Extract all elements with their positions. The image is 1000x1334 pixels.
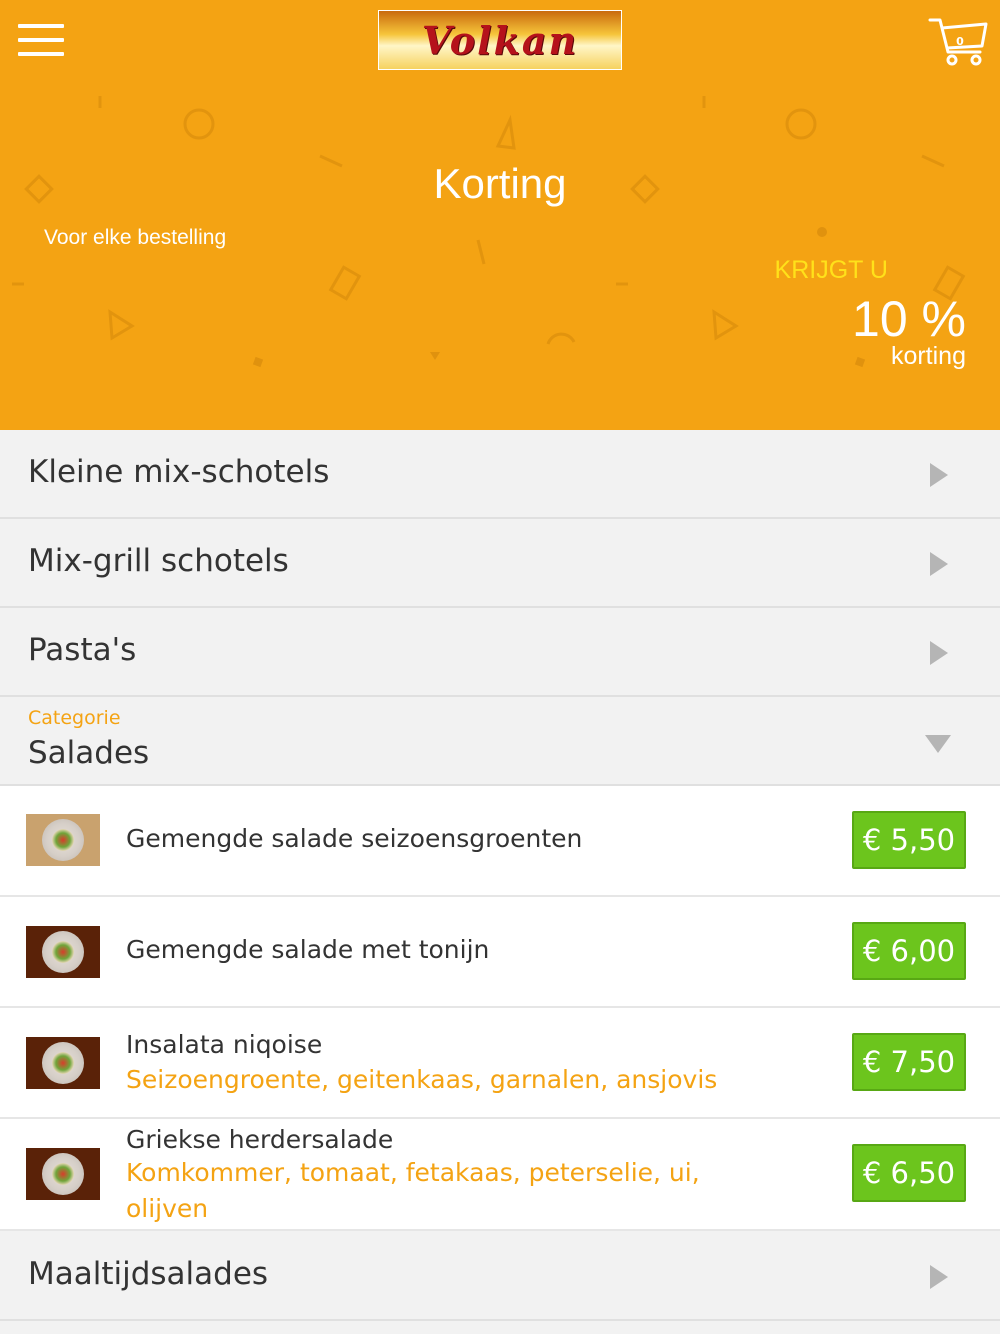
cart-count-badge: 0: [956, 35, 964, 48]
category-label: Maaltijdsalades: [28, 1256, 269, 1292]
category-salades[interactable]: Categorie Salades: [0, 697, 1000, 786]
category-label: Mix-grill schotels: [28, 543, 289, 579]
hamburger-menu-icon[interactable]: [18, 22, 64, 58]
category-label: Salades: [28, 735, 150, 771]
dish-thumbnail: [26, 1148, 100, 1200]
triangle-down-icon: [925, 735, 951, 753]
price-button[interactable]: € 7,50: [852, 1033, 966, 1091]
category-pastas[interactable]: Pasta's: [0, 608, 1000, 697]
app-header: Volkan 0: [0, 0, 1000, 80]
banner-pattern: [12, 96, 966, 368]
dish-thumbnail: [26, 1037, 100, 1089]
item-name: Insalata niqoise: [126, 1030, 323, 1059]
discount-banner: Korting Voor elke bestelling KRIJGT U 10…: [0, 80, 1000, 430]
price-button[interactable]: € 6,00: [852, 922, 966, 980]
category-label: Pasta's: [28, 632, 137, 668]
category-label: Kleine mix-schotels: [28, 454, 330, 490]
discount-percent: 10 %: [852, 291, 966, 347]
item-description: Seizoengroente, geitenkaas, garnalen, an…: [126, 1065, 718, 1094]
menu-item[interactable]: Gemengde salade met tonijn € 6,00: [0, 897, 1000, 1008]
category-maaltijdsalades[interactable]: Maaltijdsalades: [0, 1232, 1000, 1321]
triangle-right-icon: [930, 552, 948, 576]
category-kleine-mix-schotels[interactable]: Kleine mix-schotels: [0, 430, 1000, 519]
triangle-right-icon: [930, 641, 948, 665]
price-button[interactable]: € 5,50: [852, 811, 966, 869]
item-description: Komkommer, tomaat, fetakaas, peterselie,…: [126, 1158, 700, 1223]
menu-item[interactable]: Gemengde salade seizoensgroenten € 5,50: [0, 786, 1000, 897]
triangle-right-icon: [930, 463, 948, 487]
discount-label: korting: [890, 342, 966, 370]
category-caption: Categorie: [28, 707, 121, 729]
banner-get-label: KRIJGT U: [774, 256, 888, 284]
category-mix-grill-schotels[interactable]: Mix-grill schotels: [0, 519, 1000, 608]
menu-item[interactable]: Insalata niqoise Seizoengroente, geitenk…: [0, 1008, 1000, 1119]
price-button[interactable]: € 6,50: [852, 1144, 966, 1202]
dish-thumbnail: [26, 926, 100, 978]
item-name: Gemengde salade seizoensgroenten: [126, 824, 583, 853]
banner-subtitle: Voor elke bestelling: [44, 226, 227, 249]
dish-thumbnail: [26, 814, 100, 866]
item-name: Griekse herdersalade: [126, 1125, 394, 1154]
banner-title: Korting: [433, 160, 567, 207]
restaurant-logo[interactable]: Volkan: [378, 10, 622, 70]
triangle-right-icon: [930, 1265, 948, 1289]
logo-text: Volkan: [421, 17, 579, 63]
cart-icon[interactable]: 0: [928, 14, 990, 68]
item-name: Gemengde salade met tonijn: [126, 935, 490, 964]
menu-item[interactable]: Griekse herdersalade Komkommer, tomaat, …: [0, 1119, 1000, 1231]
